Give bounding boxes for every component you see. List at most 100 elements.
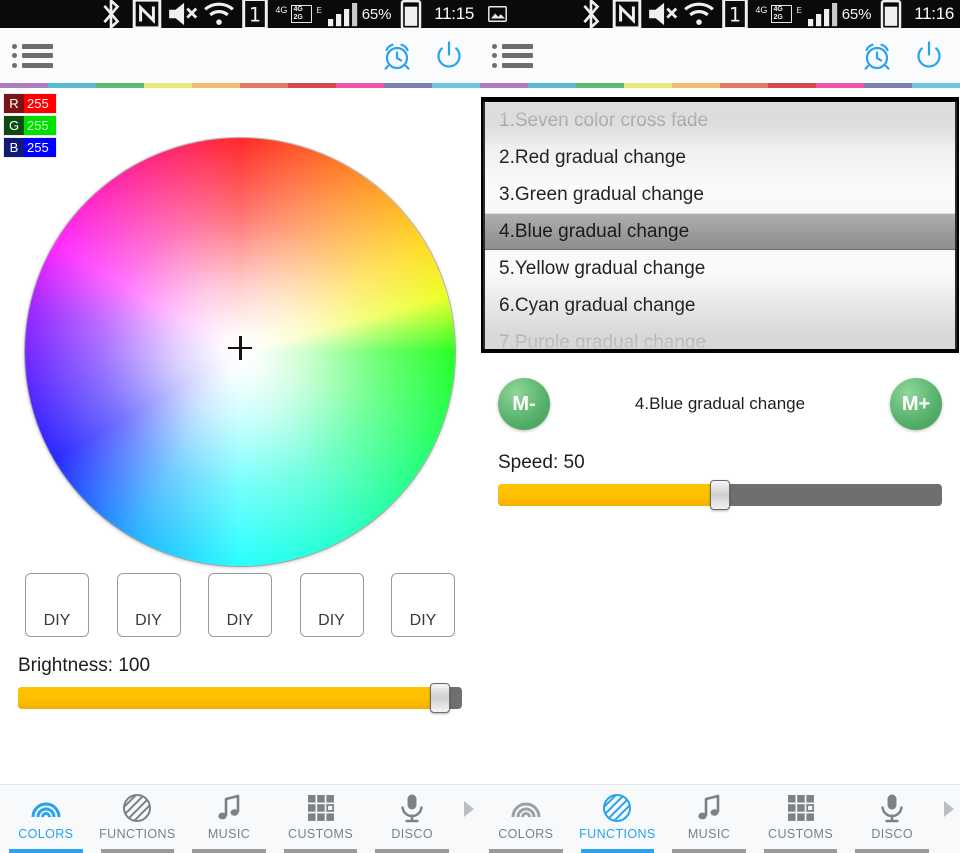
strip-seg bbox=[480, 83, 528, 88]
tab-customs[interactable]: CUSTOMS bbox=[275, 785, 367, 853]
power-icon[interactable] bbox=[912, 39, 946, 73]
android-status-bar-left: 1 4G 4G 2G E 65% 11:15 bbox=[0, 0, 480, 28]
mode-list-item[interactable]: 6.Cyan gradual change bbox=[485, 287, 955, 324]
mode-stepper-row: M- 4.Blue gradual change M+ bbox=[480, 378, 960, 430]
rgb-badge-red: R 255 bbox=[4, 94, 56, 113]
function-mode-list[interactable]: 1.Seven color cross fade 2.Red gradual c… bbox=[483, 102, 957, 349]
tab-disco[interactable]: DISCO bbox=[366, 785, 458, 853]
rgb-value-g: 255 bbox=[24, 116, 56, 135]
tabs-scroll-right-arrow[interactable] bbox=[458, 785, 480, 853]
bluetooth-icon bbox=[95, 0, 127, 30]
tab-underline bbox=[489, 849, 563, 853]
mute-icon bbox=[167, 0, 199, 30]
tab-colors[interactable]: COLORS bbox=[480, 785, 572, 853]
mode-list-item[interactable]: 5.Yellow gradual change bbox=[485, 250, 955, 287]
microphone-icon bbox=[396, 792, 428, 824]
strip-seg bbox=[576, 83, 624, 88]
tab-music[interactable]: MUSIC bbox=[663, 785, 755, 853]
color-wheel[interactable] bbox=[25, 138, 455, 566]
speed-label: Speed: 50 bbox=[498, 452, 942, 474]
mode-list-item-selected[interactable]: 4.Blue gradual change bbox=[485, 213, 955, 250]
grid-squares-icon bbox=[305, 792, 337, 824]
diy-button-5[interactable]: DIY bbox=[391, 573, 455, 637]
tab-disco[interactable]: DISCO bbox=[846, 785, 938, 853]
rgb-key-b: B bbox=[4, 138, 24, 157]
strip-seg bbox=[672, 83, 720, 88]
color-wheel-saturation-overlay bbox=[25, 138, 455, 566]
mode-next-button[interactable]: M+ bbox=[890, 378, 942, 430]
status-bar-left-icons bbox=[488, 6, 575, 22]
speed-slider-thumb[interactable] bbox=[710, 480, 730, 510]
tab-label-music: MUSIC bbox=[208, 827, 250, 841]
power-icon[interactable] bbox=[432, 39, 466, 73]
tab-colors[interactable]: COLORS bbox=[0, 785, 92, 853]
app-toolbar-right bbox=[480, 28, 960, 83]
mode-list-item[interactable]: 2.Red gradual change bbox=[485, 139, 955, 176]
bluetooth-icon bbox=[575, 0, 607, 30]
diy-button-2[interactable]: DIY bbox=[117, 573, 181, 637]
brightness-slider[interactable] bbox=[18, 687, 462, 709]
diy-button-1[interactable]: DIY bbox=[25, 573, 89, 637]
battery-percent-label: 65% bbox=[842, 6, 871, 23]
rainbow-icon bbox=[30, 792, 62, 824]
tab-underline bbox=[192, 849, 266, 853]
dual-sim-bottom-label: 2G bbox=[773, 14, 790, 22]
tab-label-colors: COLORS bbox=[18, 827, 73, 841]
alarm-clock-icon[interactable] bbox=[380, 39, 414, 73]
strip-seg bbox=[864, 83, 912, 88]
rainbow-strip-right bbox=[480, 83, 960, 88]
wifi-icon bbox=[683, 0, 715, 30]
tab-functions[interactable]: FUNCTIONS bbox=[572, 785, 664, 853]
rgb-value-r: 255 bbox=[24, 94, 56, 113]
selected-mode-label: 4.Blue gradual change bbox=[635, 394, 805, 414]
grid-squares-icon bbox=[785, 792, 817, 824]
music-note-icon bbox=[693, 792, 725, 824]
status-bar-right-icons: 1 4G 4G 2G E 65% 11:16 bbox=[575, 0, 954, 30]
strip-seg bbox=[720, 83, 768, 88]
phone-panel-colors: 1 4G 4G 2G E 65% 11:15 bbox=[0, 0, 480, 853]
mode-list-item[interactable]: 1.Seven color cross fade bbox=[485, 102, 955, 139]
tab-underline bbox=[284, 849, 358, 853]
status-bar-clock: 11:16 bbox=[914, 4, 954, 24]
app-screenshot: 1 4G 4G 2G E 65% 11:15 bbox=[0, 0, 960, 853]
list-menu-icon[interactable] bbox=[12, 41, 54, 71]
tab-label-music: MUSIC bbox=[688, 827, 730, 841]
alarm-clock-icon[interactable] bbox=[860, 39, 894, 73]
tab-label-customs: CUSTOMS bbox=[288, 827, 353, 841]
rgb-value-b: 255 bbox=[24, 138, 56, 157]
striped-circle-icon bbox=[601, 792, 633, 824]
svg-text:1: 1 bbox=[249, 3, 261, 26]
rgb-readout: R 255 G 255 B 255 bbox=[4, 94, 56, 160]
strip-seg bbox=[528, 83, 576, 88]
mode-list-item[interactable]: 7.Purple gradual change bbox=[485, 324, 955, 349]
app-toolbar-left bbox=[0, 28, 480, 83]
tab-music[interactable]: MUSIC bbox=[183, 785, 275, 853]
strip-seg bbox=[144, 83, 192, 88]
rainbow-strip-left bbox=[0, 83, 480, 88]
dual-sim-signal-icon: 4G 2G bbox=[771, 5, 792, 23]
network-4g-label: 4G bbox=[275, 6, 287, 15]
list-menu-icon[interactable] bbox=[492, 41, 534, 71]
brightness-slider-thumb[interactable] bbox=[430, 683, 450, 713]
tab-underline bbox=[672, 849, 746, 853]
diy-button-3[interactable]: DIY bbox=[208, 573, 272, 637]
speed-slider[interactable] bbox=[498, 484, 942, 506]
battery-icon bbox=[395, 0, 427, 30]
tab-underline bbox=[855, 849, 929, 853]
brightness-slider-fill bbox=[18, 687, 440, 709]
mode-list-item[interactable]: 3.Green gradual change bbox=[485, 176, 955, 213]
rgb-key-r: R bbox=[4, 94, 24, 113]
strip-seg bbox=[384, 83, 432, 88]
dual-sim-top-label: 4G bbox=[293, 6, 310, 14]
tabs-scroll-right-arrow[interactable] bbox=[938, 785, 960, 853]
tab-customs[interactable]: CUSTOMS bbox=[755, 785, 847, 853]
function-mode-picker[interactable]: 1.Seven color cross fade 2.Red gradual c… bbox=[481, 97, 959, 353]
tab-underline bbox=[9, 849, 83, 853]
diy-button-4[interactable]: DIY bbox=[300, 573, 364, 637]
tab-underline bbox=[581, 849, 655, 853]
network-4g-label: 4G bbox=[755, 6, 767, 15]
tab-functions[interactable]: FUNCTIONS bbox=[92, 785, 184, 853]
strip-seg bbox=[288, 83, 336, 88]
mode-previous-button[interactable]: M- bbox=[498, 378, 550, 430]
sim-icon: 1 bbox=[239, 0, 271, 30]
